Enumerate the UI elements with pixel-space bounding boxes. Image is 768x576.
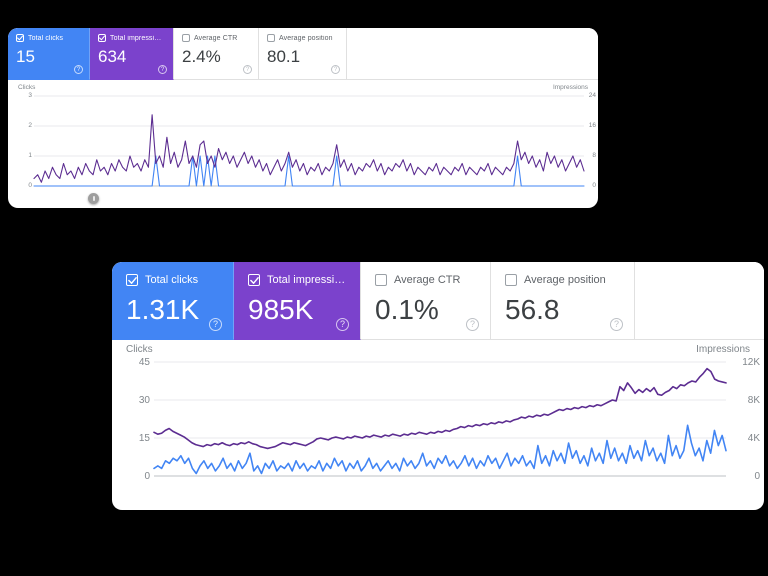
metric-tab-label: Average position (279, 34, 333, 42)
checkbox-unchecked-icon[interactable] (505, 274, 517, 286)
help-icon[interactable]: ? (158, 65, 167, 74)
checkbox-checked-icon[interactable] (126, 274, 138, 286)
metric-tab-header: Total clicks (126, 274, 219, 286)
metric-tab-value: 985K (248, 294, 314, 325)
metric-tab-value: 56.8 (505, 294, 560, 325)
metric-tab-total-clicks[interactable]: Total clicks 1.31K ? (112, 262, 234, 340)
metric-tab-label: Average position (524, 274, 606, 286)
metric-tab-header: Total impressions (248, 274, 346, 286)
metric-tab-header: Average position (267, 34, 338, 42)
bottom-metric-tab-row: Total clicks 1.31K ? Total impressions 9… (112, 262, 764, 340)
metric-tab-header: Average CTR (375, 274, 476, 286)
screenshot-root: Total clicks 15 ? Total impressions 634 … (0, 0, 768, 576)
metric-tab-value: 0.1% (375, 294, 439, 325)
metric-tab-average-ctr[interactable]: Average CTR 2.4% ? (174, 28, 259, 80)
bottom-performance-card: Total clicks 1.31K ? Total impressions 9… (112, 262, 764, 510)
checkbox-unchecked-icon[interactable] (267, 34, 275, 42)
help-icon[interactable]: ? (336, 318, 349, 331)
bottom-chart[interactable]: Clicks Impressions 45 30 15 0 12K 8K 4K … (112, 340, 764, 510)
metric-tab-header: Total impressions (98, 34, 165, 42)
metric-tab-value: 634 (98, 47, 127, 66)
help-icon[interactable]: ? (74, 65, 83, 74)
metric-tab-label: Average CTR (194, 34, 238, 42)
metric-tab-header: Average position (505, 274, 620, 286)
metric-tab-total-impressions[interactable]: Total impressions 985K ? (234, 262, 361, 340)
help-icon[interactable]: ? (331, 65, 340, 74)
metric-tab-header: Average CTR (182, 34, 250, 42)
checkbox-unchecked-icon[interactable] (375, 274, 387, 286)
metric-tab-label: Total clicks (28, 34, 64, 42)
metric-tab-header: Total clicks (16, 34, 81, 42)
metric-tab-value: 80.1 (267, 47, 301, 66)
metric-tab-total-impressions[interactable]: Total impressions 634 ? (90, 28, 174, 80)
metric-tab-average-ctr[interactable]: Average CTR 0.1% ? (361, 262, 491, 340)
help-icon[interactable]: ? (243, 65, 252, 74)
help-icon[interactable]: ? (209, 318, 222, 331)
checkbox-checked-icon[interactable] (16, 34, 24, 42)
metric-tab-value: 15 (16, 47, 35, 66)
metric-tab-label: Average CTR (394, 274, 461, 286)
metric-tab-average-position[interactable]: Average position 56.8 ? (491, 262, 635, 340)
metric-tab-average-position[interactable]: Average position 80.1 ? (259, 28, 347, 80)
metric-tab-row-filler (347, 28, 598, 80)
top-chart-plot (33, 95, 585, 187)
metric-tab-total-clicks[interactable]: Total clicks 15 ? (8, 28, 90, 80)
help-icon[interactable]: ? (466, 318, 479, 331)
metric-tab-label: Total impressions (110, 34, 165, 42)
bottom-chart-plot (153, 361, 727, 477)
checkbox-unchecked-icon[interactable] (182, 34, 190, 42)
metric-tab-value: 1.31K (126, 294, 200, 325)
top-performance-card: Total clicks 15 ? Total impressions 634 … (8, 28, 598, 208)
metric-tab-value: 2.4% (182, 47, 221, 66)
checkbox-checked-icon[interactable] (98, 34, 106, 42)
help-icon[interactable]: ? (610, 318, 623, 331)
metric-tab-row-filler (635, 262, 764, 340)
checkbox-checked-icon[interactable] (248, 274, 260, 286)
top-metric-tab-row: Total clicks 15 ? Total impressions 634 … (8, 28, 598, 80)
metric-tab-label: Total clicks (145, 274, 199, 286)
date-range-handle[interactable] (88, 193, 99, 204)
metric-tab-label: Total impressions (267, 274, 346, 286)
top-chart[interactable]: Clicks Impressions 3 2 1 0 24 16 8 0 (8, 80, 598, 208)
